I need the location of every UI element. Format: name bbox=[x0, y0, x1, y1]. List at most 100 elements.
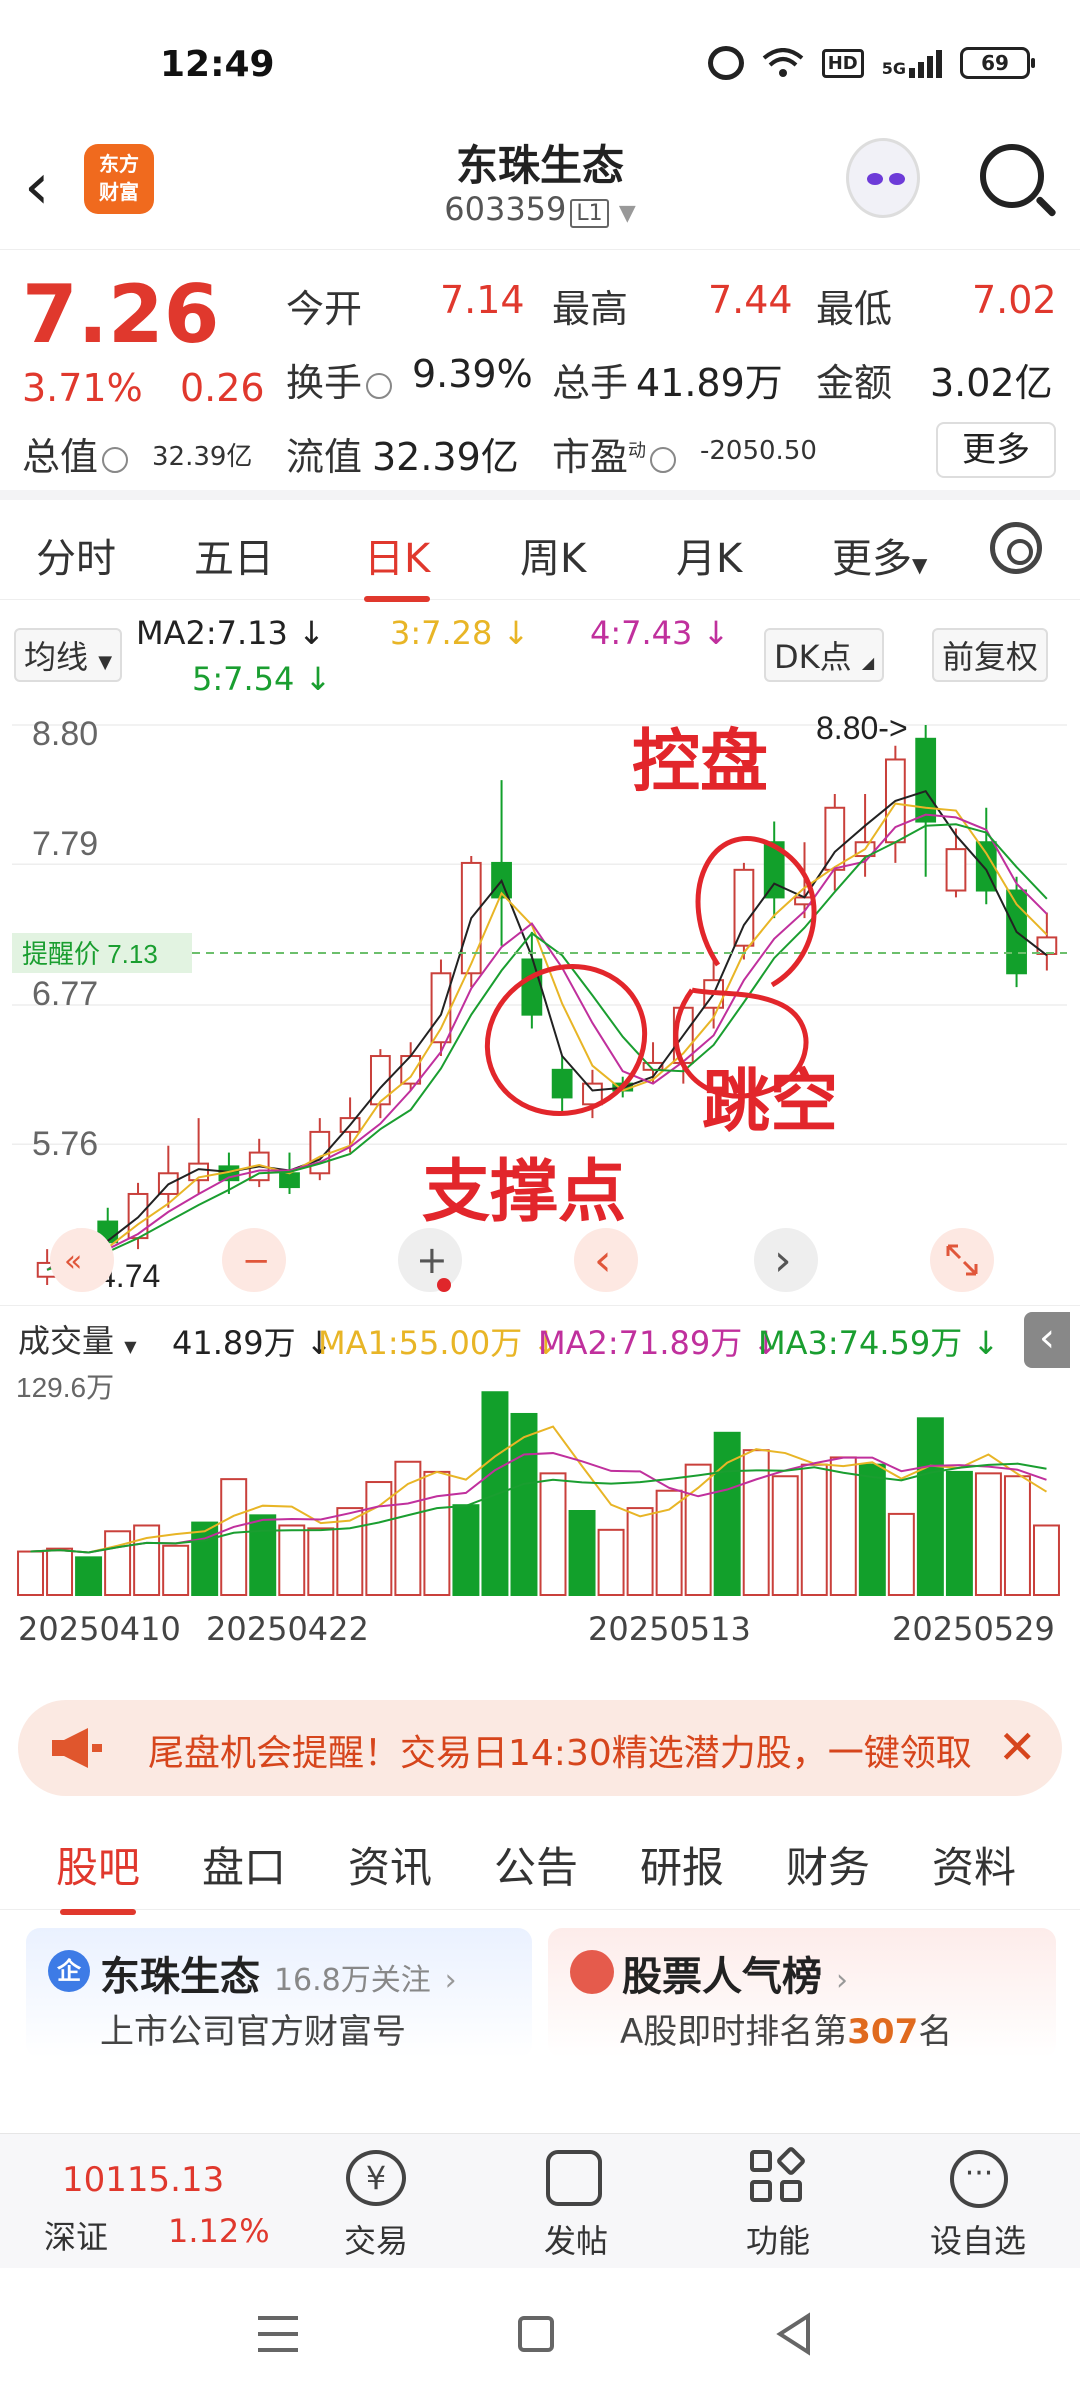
mcap-label: 总值 bbox=[22, 426, 132, 481]
collapse-panel-button[interactable]: ‹ bbox=[1024, 1312, 1070, 1368]
more-dots-icon[interactable]: ··· bbox=[950, 2150, 1008, 2208]
dk-label: DK点 bbox=[774, 638, 852, 676]
content-tabs: 股吧 盘口 资讯 公告 研报 财务 资料 bbox=[0, 1810, 1080, 1915]
volume-select-label: 成交量 bbox=[18, 1322, 115, 1360]
ma4-text: 4:7.43 bbox=[590, 614, 693, 652]
nav-add-watchlist[interactable]: 设自选 bbox=[918, 2216, 1038, 2262]
alert-price-label[interactable]: 提醒价 7.13 bbox=[22, 939, 158, 969]
tab-daily-k[interactable]: 日K bbox=[364, 526, 431, 602]
popularity-rank-card[interactable]: 股票人气榜 › A股即时排名第307名 bbox=[548, 1928, 1056, 2058]
network-type: 5G bbox=[881, 59, 906, 78]
date-label: 20250422 bbox=[206, 1610, 369, 1648]
info-icon[interactable] bbox=[650, 446, 677, 473]
dropdown-icon: ▼ bbox=[618, 201, 636, 226]
ma3-value: 3:7.28 ↓ bbox=[390, 614, 530, 652]
volume-bar bbox=[46, 1547, 74, 1596]
status-time: 12:49 bbox=[160, 44, 275, 85]
volume-bar bbox=[945, 1470, 973, 1596]
close-icon[interactable]: ✕ bbox=[998, 1720, 1037, 1774]
volume-chart[interactable]: 129.6万 bbox=[12, 1365, 1067, 1605]
ma4-value: 4:7.43 ↓ bbox=[590, 614, 730, 652]
menu-icon[interactable] bbox=[258, 2316, 298, 2352]
search-icon[interactable] bbox=[980, 144, 1044, 208]
megaphone-icon bbox=[52, 1728, 102, 1768]
tab-monthly-k[interactable]: 月K bbox=[676, 526, 742, 584]
volume-bar bbox=[684, 1463, 712, 1597]
tab-finance[interactable]: 财务 bbox=[786, 1834, 870, 1895]
volume-bar bbox=[307, 1527, 335, 1596]
index-value[interactable]: 10115.13 bbox=[62, 2160, 224, 2200]
dk-point-button[interactable]: DK点 ◢ bbox=[764, 628, 885, 682]
wifi-icon bbox=[762, 48, 804, 77]
ma-select[interactable]: 均线 ▼ bbox=[14, 628, 123, 682]
volume-bar bbox=[713, 1431, 741, 1596]
assistant-robot-icon[interactable] bbox=[846, 138, 920, 218]
ma-indicator-row: 均线 ▼ MA2:7.13 ↓ 3:7.28 ↓ 4:7.43 ↓ 5:7.54… bbox=[0, 610, 1080, 720]
change-amount: 0.26 bbox=[180, 366, 265, 410]
info-icon[interactable] bbox=[366, 372, 393, 399]
tab-more-label: 更多 bbox=[832, 536, 912, 582]
tab-profile[interactable]: 资料 bbox=[932, 1834, 1016, 1895]
grid-function-icon[interactable] bbox=[750, 2145, 807, 2206]
nav-function[interactable]: 功能 bbox=[718, 2216, 838, 2262]
gear-icon[interactable] bbox=[990, 522, 1042, 574]
turnover-label: 换手 bbox=[286, 352, 396, 407]
tab-research[interactable]: 研报 bbox=[640, 1834, 724, 1895]
tab-five-day[interactable]: 五日 bbox=[194, 526, 274, 584]
promo-banner[interactable]: 尾盘机会提醒！交易日14:30精选潜力股，一键领取 ✕ bbox=[18, 1700, 1062, 1796]
company-card-subtitle: 上市公司官方财富号 bbox=[100, 2012, 406, 2052]
tab-order-book[interactable]: 盘口 bbox=[202, 1834, 286, 1895]
volume-select[interactable]: 成交量 ▼ bbox=[10, 1314, 145, 1364]
mcap-value: 32.39亿 bbox=[152, 442, 253, 472]
fullscreen-button[interactable] bbox=[930, 1228, 994, 1292]
more-button[interactable]: 更多 bbox=[936, 422, 1056, 478]
vol-ma3-text: MA3:74.59万 bbox=[758, 1324, 963, 1362]
index-name[interactable]: 深证 bbox=[44, 2212, 108, 2258]
stock-code-row[interactable]: 603359 L1 ▼ bbox=[0, 190, 1080, 228]
candlestick-chart[interactable]: 8.80 7.79 6.77 5.76 4.74 8.80-> 提醒价 7.13… bbox=[12, 705, 1067, 1305]
volume-bar bbox=[742, 1449, 770, 1597]
volume-bar bbox=[162, 1544, 190, 1596]
popularity-card-subtitle: A股即时排名第307名 bbox=[620, 2004, 952, 2053]
tab-announcements[interactable]: 公告 bbox=[494, 1834, 578, 1895]
vol-ma2: MA2:71.89万 ↓ bbox=[538, 1324, 780, 1362]
turnover-value: 9.39% bbox=[412, 352, 533, 396]
ma2-text: MA2:7.13 bbox=[136, 614, 288, 652]
trade-icon[interactable]: ¥ bbox=[346, 2150, 406, 2206]
tab-weekly-k[interactable]: 周K bbox=[520, 526, 586, 584]
ma3-text: 3:7.28 bbox=[390, 614, 493, 652]
tab-more[interactable]: 更多▼ bbox=[832, 526, 927, 584]
company-name: 东珠生态 bbox=[100, 1954, 260, 2000]
candle-body bbox=[551, 1068, 573, 1099]
volume-bar bbox=[423, 1470, 451, 1596]
chevron-down-icon: ▼ bbox=[912, 553, 928, 577]
ma5-value: 5:7.54 ↓ bbox=[192, 660, 332, 698]
volume-label: 总手 bbox=[552, 361, 629, 405]
volume-bar bbox=[974, 1472, 1002, 1596]
nav-trade[interactable]: 交易 bbox=[316, 2216, 436, 2262]
volume-bar bbox=[481, 1391, 509, 1596]
volume-max-label: 129.6万 bbox=[16, 1372, 114, 1403]
annotation-support: 支撑点 bbox=[422, 1153, 626, 1232]
home-icon[interactable] bbox=[518, 2316, 554, 2352]
candle-body bbox=[733, 868, 755, 947]
tab-timeshare[interactable]: 分时 bbox=[36, 526, 116, 584]
back-nav-icon[interactable] bbox=[774, 2312, 814, 2356]
y-label-2: 7.79 bbox=[32, 825, 98, 863]
ma-select-label: 均线 bbox=[24, 638, 89, 676]
edit-post-icon[interactable] bbox=[546, 2150, 602, 2206]
pe-value: -2050.50 bbox=[700, 436, 817, 466]
volume-bar bbox=[17, 1550, 44, 1597]
adjust-mode-button[interactable]: 前复权 bbox=[932, 628, 1049, 682]
info-icon[interactable] bbox=[102, 446, 129, 473]
tab-forum[interactable]: 股吧 bbox=[56, 1834, 140, 1915]
company-account-card[interactable]: 企 东珠生态 16.8万关注 › 上市公司官方财富号 bbox=[26, 1928, 532, 2058]
volume-bar bbox=[829, 1456, 857, 1597]
alarm-icon bbox=[707, 46, 744, 80]
volume-bar bbox=[1033, 1524, 1060, 1596]
nav-post[interactable]: 发帖 bbox=[516, 2216, 636, 2262]
volume-header: 成交量 ▼ 41.89万 ↓ MA1:55.00万 ↓ MA2:71.89万 ↓… bbox=[0, 1305, 1080, 1368]
volume-bar bbox=[858, 1463, 886, 1597]
tab-news[interactable]: 资讯 bbox=[348, 1834, 432, 1895]
chart-controls: « − + ‹ › bbox=[50, 1228, 994, 1292]
